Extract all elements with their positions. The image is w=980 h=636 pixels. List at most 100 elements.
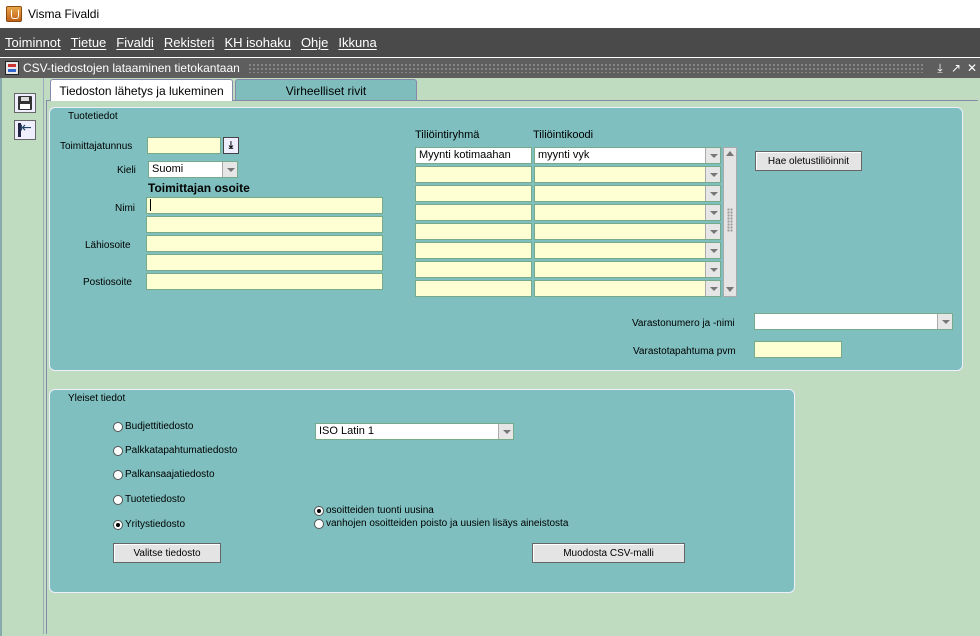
- postiosoite-input[interactable]: [146, 273, 383, 290]
- kieli-select[interactable]: Suomi: [148, 161, 238, 178]
- chevron-down-icon[interactable]: [222, 162, 237, 177]
- radio-dot[interactable]: [314, 518, 324, 529]
- encoding-select[interactable]: ISO Latin 1: [315, 423, 514, 440]
- form-workspace: Tiedoston lähetys ja lukeminen Virheelli…: [0, 78, 980, 636]
- exit-icon: [18, 120, 32, 137]
- radio-tuotetiedosto[interactable]: Tuotetiedosto: [113, 494, 185, 505]
- chevron-down-icon[interactable]: [705, 205, 720, 220]
- menu-ohje[interactable]: Ohje: [301, 35, 328, 50]
- muodosta-csv-malli-button[interactable]: Muodosta CSV-malli: [532, 543, 685, 563]
- radio-osoitteiden-tuonti[interactable]: osoitteiden tuonti uusina: [314, 505, 434, 516]
- tiliointikoodi-row-8[interactable]: [534, 280, 721, 297]
- radio-yritystiedosto-label: Yritystiedosto: [125, 519, 186, 530]
- tab-page-content: Tuotetiedot Toimittajatunnus ⤓ Kieli Suo…: [46, 100, 978, 634]
- menu-ikkuna[interactable]: Ikkuna: [338, 35, 376, 50]
- toimittajan-osoite-header: Toimittajan osoite: [148, 181, 250, 195]
- radio-palkansaajatiedosto[interactable]: Palkansaajatiedosto: [113, 469, 215, 480]
- radio-yritystiedosto[interactable]: Yritystiedosto: [113, 519, 185, 530]
- tiliointiryhma-row-8[interactable]: [415, 280, 532, 297]
- tab-tiedoston-lahetys[interactable]: Tiedoston lähetys ja lukeminen: [50, 79, 233, 101]
- tiliointikoodi-row-3[interactable]: [534, 185, 721, 202]
- radio-palkkatapahtumatiedosto[interactable]: Palkkatapahtumatiedosto: [113, 445, 237, 456]
- encoding-select-value: ISO Latin 1: [319, 425, 375, 437]
- yleiset-tiedot-group-label: Yleiset tiedot: [68, 393, 126, 404]
- postiosoite-label: Postiosoite: [83, 277, 132, 288]
- close-icon[interactable]: ✕: [964, 61, 980, 75]
- tuotetiedot-group-label: Tuotetiedot: [68, 111, 118, 122]
- chevron-down-icon[interactable]: [705, 148, 720, 163]
- exit-button[interactable]: [14, 120, 36, 140]
- toimittajatunnus-input[interactable]: [147, 137, 221, 154]
- nimi-input[interactable]: [146, 197, 383, 214]
- chevron-down-icon[interactable]: [705, 262, 720, 277]
- scroll-grip[interactable]: [727, 208, 733, 232]
- lahiosoite-input[interactable]: [146, 235, 383, 252]
- menu-kh-isohaku[interactable]: KH isohaku: [224, 35, 290, 50]
- kieli-select-value: Suomi: [152, 163, 184, 175]
- chevron-down-icon[interactable]: [937, 314, 952, 329]
- radio-vanhojen-poisto[interactable]: vanhojen osoitteiden poisto ja uusien li…: [314, 518, 568, 529]
- radio-dot[interactable]: [314, 505, 324, 516]
- nimi-label: Nimi: [115, 203, 135, 214]
- java-app-icon: [6, 6, 22, 22]
- tuotetiedot-group: Tuotetiedot Toimittajatunnus ⤓ Kieli Suo…: [49, 107, 963, 371]
- tiliointiryhma-row-7[interactable]: [415, 261, 532, 278]
- tiliointikoodi-row-1[interactable]: myynti vyk: [534, 147, 721, 164]
- save-icon: [18, 96, 32, 110]
- radio-dot[interactable]: [113, 445, 123, 456]
- menu-rekisteri[interactable]: Rekisteri: [164, 35, 215, 50]
- tab-virheelliset-rivit[interactable]: Virheelliset rivit: [235, 79, 417, 101]
- radio-budjettitiedosto[interactable]: Budjettitiedosto: [113, 421, 193, 432]
- tab-bar: Tiedoston lähetys ja lukeminen Virheelli…: [46, 78, 976, 101]
- tiliointiryhma-row-2[interactable]: [415, 166, 532, 183]
- tiliointikoodi-row-2[interactable]: [534, 166, 721, 183]
- tiliointiryhma-row-6[interactable]: [415, 242, 532, 259]
- tiliointiryhma-row-5[interactable]: [415, 223, 532, 240]
- menu-toiminnot[interactable]: Toiminnot: [5, 35, 61, 50]
- text-cursor: [150, 199, 151, 212]
- chevron-down-icon[interactable]: [498, 424, 513, 439]
- varastotapahtuma-pvm-input[interactable]: [754, 341, 842, 358]
- menu-fivaldi[interactable]: Fivaldi: [116, 35, 154, 50]
- chevron-down-icon[interactable]: [705, 224, 720, 239]
- chevron-down-icon[interactable]: [705, 281, 720, 296]
- tiliointikoodi-row-5[interactable]: [534, 223, 721, 240]
- varasto-select[interactable]: [754, 313, 953, 330]
- tiliointikoodi-row-4[interactable]: [534, 204, 721, 221]
- tiliointiryhma-row-3[interactable]: [415, 185, 532, 202]
- minimize-icon[interactable]: ⤓: [932, 61, 948, 76]
- toimittaja-lov-button[interactable]: ⤓: [223, 137, 239, 154]
- nimi-input-2[interactable]: [146, 216, 383, 233]
- title-bar-grip: [247, 63, 924, 73]
- lahiosoite-input-2[interactable]: [146, 254, 383, 271]
- chevron-down-icon[interactable]: [705, 186, 720, 201]
- toimittajatunnus-label: Toimittajatunnus: [60, 141, 133, 152]
- form-window-icon: [5, 61, 19, 75]
- menu-tietue[interactable]: Tietue: [71, 35, 107, 50]
- save-button[interactable]: [14, 93, 36, 113]
- tiliointiryhma-header: Tiliöintiryhmä: [415, 129, 480, 141]
- valitse-tiedosto-button[interactable]: Valitse tiedosto: [113, 543, 221, 563]
- radio-dot[interactable]: [113, 421, 123, 432]
- radio-osoitteiden-tuonti-label: osoitteiden tuonti uusina: [326, 505, 434, 516]
- scroll-up-icon[interactable]: [724, 148, 736, 160]
- yleiset-tiedot-group: Yleiset tiedot Budjettitiedosto Palkkata…: [49, 389, 795, 593]
- tiliointiryhma-row-4[interactable]: [415, 204, 532, 221]
- kieli-label: Kieli: [117, 165, 136, 176]
- radio-dot[interactable]: [113, 519, 123, 530]
- radio-dot[interactable]: [113, 469, 123, 480]
- tiliointikoodi-row-6[interactable]: [534, 242, 721, 259]
- tiliointikoodi-row-7[interactable]: [534, 261, 721, 278]
- radio-tuotetiedosto-label: Tuotetiedosto: [125, 494, 186, 505]
- tiliointiryhma-row-1[interactable]: Myynti kotimaahan: [415, 147, 532, 164]
- scroll-down-icon[interactable]: [724, 284, 736, 296]
- menu-bar: Toiminnot Tietue Fivaldi Rekisteri KH is…: [0, 28, 980, 57]
- form-window-title: CSV-tiedostojen lataaminen tietokantaan: [23, 61, 240, 75]
- tiliointi-scrollbar[interactable]: [723, 147, 737, 297]
- maximize-icon[interactable]: ↗: [948, 61, 964, 75]
- chevron-down-icon[interactable]: [705, 167, 720, 182]
- form-window-title-bar: CSV-tiedostojen lataaminen tietokantaan …: [0, 58, 980, 78]
- chevron-down-icon[interactable]: [705, 243, 720, 258]
- hae-oletustilioinnit-button[interactable]: Hae oletustiliöinnit: [755, 151, 862, 171]
- radio-dot[interactable]: [113, 494, 123, 505]
